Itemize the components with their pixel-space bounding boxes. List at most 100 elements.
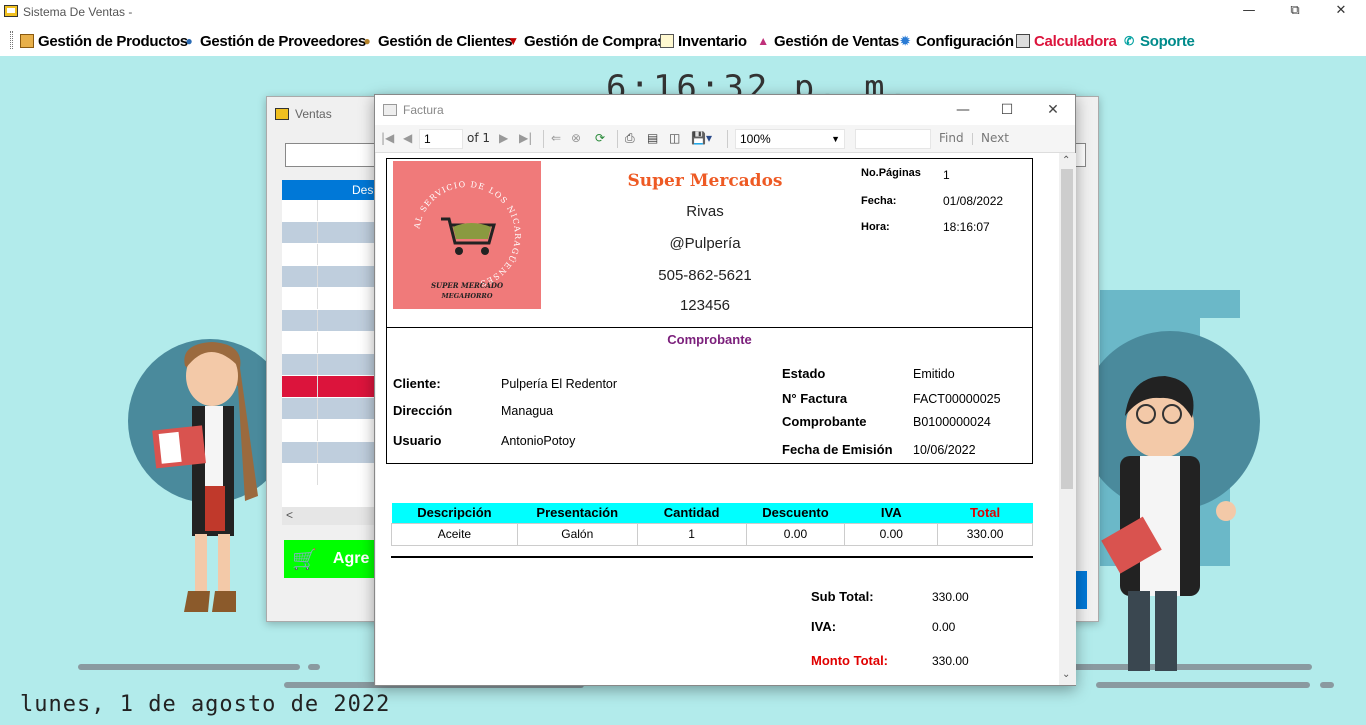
menu-gestion-compras[interactable]: ▼ Gestión de Compras <box>506 30 665 52</box>
col-presentacion: Presentación <box>517 503 638 523</box>
main-titlebar: Sistema De Ventas - — ⧉ ✕ <box>0 0 1366 24</box>
table-row: Aceite Galón 1 0.00 0.00 330.00 <box>391 522 1033 546</box>
invoice-header: AL SERVICIO DE LOS NICARAGÜENSES SUPER M… <box>386 158 1033 328</box>
close-button[interactable]: ✕ <box>1318 0 1364 24</box>
table-row[interactable] <box>282 420 382 442</box>
table-row[interactable] <box>282 310 382 332</box>
estado-label: Estado <box>782 366 826 381</box>
col-descripcion: Descripción <box>391 503 518 523</box>
last-page-icon[interactable]: ▶| <box>519 131 532 145</box>
factura-window[interactable]: Factura — ☐ ✕ |◀ ◀ 1 of 1 ▶ ▶| ⇐ ⊗ ⟳ ⎙ ▤… <box>374 94 1076 686</box>
clipboard-icon <box>660 34 674 48</box>
cell-presentacion: Galón <box>516 522 638 546</box>
table-row[interactable] <box>282 398 382 420</box>
scroll-up-icon[interactable]: ⌃ <box>1062 155 1070 166</box>
table-row[interactable] <box>282 332 382 354</box>
date-display: lunes, 1 de agosto de 2022 <box>20 692 391 717</box>
monto-total-value: 330.00 <box>932 654 969 668</box>
back-icon[interactable]: ⇐ <box>551 131 561 145</box>
menu-gestion-productos[interactable]: Gestión de Productos <box>20 30 188 52</box>
hora-value: 18:16:07 <box>943 220 990 234</box>
direccion-label: Dirección <box>393 403 453 418</box>
invoice-detail-table: Descripción Presentación Cantidad Descue… <box>391 503 1033 546</box>
col-descuento: Descuento <box>746 503 845 523</box>
hora-label: Hora: <box>861 221 890 233</box>
menu-calculadora[interactable]: Calculadora <box>1016 30 1117 52</box>
table-row-selected[interactable] <box>282 376 382 398</box>
close-button[interactable]: ✕ <box>1033 99 1073 121</box>
next-page-icon[interactable]: ▶ <box>499 131 508 145</box>
store-code: 123456 <box>679 297 731 314</box>
comprobante-value: B0100000024 <box>913 415 991 429</box>
scroll-left-icon[interactable]: < <box>286 508 293 522</box>
cell-iva: 0.00 <box>844 522 939 546</box>
factura-titlebar: Factura — ☐ ✕ <box>375 95 1075 125</box>
chevron-down-icon: ▼ <box>831 134 840 144</box>
person-icon: ● <box>363 34 371 48</box>
menu-gestion-clientes[interactable]: ● Gestión de Clientes <box>360 30 513 52</box>
table-row[interactable] <box>282 266 382 288</box>
store-phone: 505-862-5621 <box>658 267 752 284</box>
table-row[interactable] <box>282 464 382 486</box>
table-row[interactable] <box>282 244 382 266</box>
menu-inventario[interactable]: Inventario <box>660 30 747 52</box>
restore-button[interactable]: ⧉ <box>1272 0 1318 24</box>
table-row[interactable] <box>282 222 382 244</box>
table-row[interactable] <box>282 288 382 310</box>
window-title: Sistema De Ventas - <box>23 5 133 19</box>
menu-configuracion[interactable]: ✹ Configuración <box>898 30 1014 52</box>
subtotal-value: 330.00 <box>932 590 969 604</box>
store-name: Super Mercados <box>627 171 783 191</box>
table-header-row: Descripción Presentación Cantidad Descue… <box>391 503 1033 523</box>
minimize-button[interactable]: — <box>943 99 983 121</box>
comprobante-title: Comprobante <box>667 332 752 347</box>
iva-label: IVA: <box>811 619 837 634</box>
refresh-icon[interactable]: ⟳ <box>595 131 605 145</box>
cliente-label: Cliente: <box>393 376 441 391</box>
table-row[interactable] <box>282 442 382 464</box>
report-toolbar: |◀ ◀ 1 of 1 ▶ ▶| ⇐ ⊗ ⟳ ⎙ ▤ ◫ 💾▾ 100% ▼ Fi… <box>375 125 1075 153</box>
menu-soporte[interactable]: ✆ Soporte <box>1122 30 1195 52</box>
zoom-select[interactable]: 100% ▼ <box>735 129 845 149</box>
pages-label: No.Páginas <box>861 167 921 179</box>
factura-number-value: FACT00000025 <box>913 392 1001 406</box>
fecha-value: 01/08/2022 <box>943 194 1004 208</box>
store-city: Rivas <box>686 203 724 220</box>
find-input[interactable] <box>855 129 931 149</box>
first-page-icon[interactable]: |◀ <box>381 131 394 145</box>
ventas-grid[interactable]: Des < <box>282 180 382 525</box>
agregar-button[interactable]: 🛒 Agre <box>284 540 384 578</box>
previous-page-icon[interactable]: ◀ <box>403 131 412 145</box>
print-layout-icon[interactable]: ▤ <box>647 131 658 145</box>
report-page: AL SERVICIO DE LOS NICARAGÜENSES SUPER M… <box>376 153 1059 685</box>
iva-value: 0.00 <box>932 620 956 634</box>
emision-label: Fecha de Emisión <box>782 442 893 457</box>
horizontal-scrollbar[interactable]: < <box>282 507 382 525</box>
scroll-down-icon[interactable]: ⌄ <box>1062 669 1070 680</box>
calculator-icon <box>1016 34 1030 48</box>
export-icon[interactable]: 💾▾ <box>691 131 712 145</box>
vertical-scrollbar[interactable]: ⌃ ⌄ <box>1059 153 1076 685</box>
store-handle: @Pulpería <box>669 235 741 252</box>
menu-gestion-ventas[interactable]: ▲ Gestión de Ventas <box>756 30 899 52</box>
find-link[interactable]: Find <box>939 131 964 145</box>
cell-descripcion: Aceite <box>391 522 518 546</box>
app-icon <box>4 5 18 17</box>
cliente-value: Pulpería El Redentor <box>501 377 618 391</box>
scroll-thumb[interactable] <box>1061 169 1073 489</box>
menu-gestion-proveedores[interactable]: ● Gestión de Proveedores <box>182 30 367 52</box>
page-setup-icon[interactable]: ◫ <box>669 131 680 145</box>
table-row[interactable] <box>282 200 382 222</box>
stop-icon[interactable]: ⊗ <box>571 131 581 145</box>
chart-icon: ▲ <box>757 34 769 48</box>
table-row[interactable] <box>282 354 382 376</box>
divider <box>391 556 1033 558</box>
page-number-input[interactable]: 1 <box>419 129 463 149</box>
minimize-button[interactable]: — <box>1226 0 1272 24</box>
print-icon[interactable]: ⎙ <box>625 131 635 146</box>
ventas-titlebar: Ventas <box>275 107 332 121</box>
monto-total-label: Monto Total: <box>811 653 889 668</box>
next-link[interactable]: Next <box>981 131 1009 145</box>
maximize-button[interactable]: ☐ <box>987 99 1027 121</box>
comprobante-label: Comprobante <box>782 414 867 429</box>
